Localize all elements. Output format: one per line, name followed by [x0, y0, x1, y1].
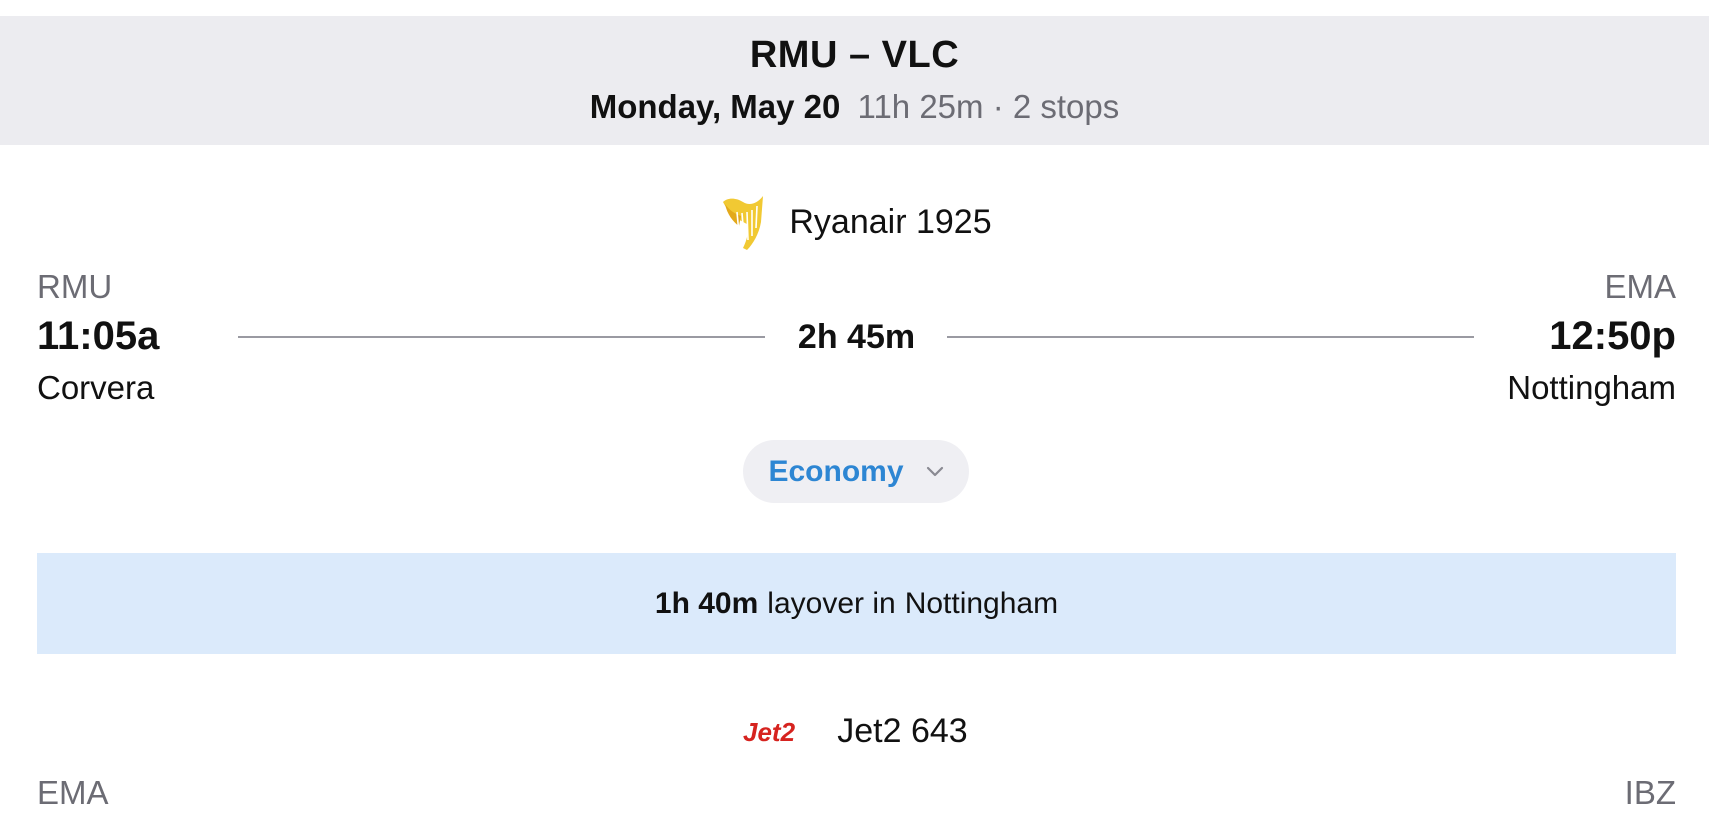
segment-1-details: RMU 11:05a Corvera 2h 45m EMA 12:50p Not…: [37, 266, 1676, 416]
segment-1-airline: Ryanair 1925: [0, 192, 1709, 252]
cabin-class-label: Economy: [768, 454, 904, 488]
arrival-time: 12:50p: [1549, 314, 1676, 358]
chevron-down-icon: [926, 466, 944, 478]
jet2-logo-text: Jet2: [743, 717, 796, 747]
jet2-logo: Jet2: [741, 715, 815, 749]
layover-duration: 1h 40m: [654, 586, 759, 620]
layover-text: layover in: [767, 586, 896, 620]
trip-header: RMU – VLC Monday, May 20 11h 25m · 2 sto…: [0, 16, 1709, 145]
route-title: RMU – VLC: [749, 34, 960, 76]
destination-code: IBZ: [1624, 774, 1676, 811]
airline-name: Ryanair 1925: [789, 202, 992, 241]
trip-subtitle: Monday, May 20 11h 25m · 2 stops: [0, 88, 1709, 126]
cabin-class-dropdown[interactable]: Economy: [743, 440, 969, 503]
route-line-right: [947, 336, 1474, 338]
origin-code: RMU: [37, 268, 113, 305]
airline-name: Jet2 643: [837, 712, 968, 750]
layover-location: Nottingham: [904, 586, 1059, 620]
segment-2-airline: Jet2 Jet2 643: [0, 712, 1709, 751]
destination-code: EMA: [1604, 268, 1676, 305]
layover-banner: 1h 40m layover in Nottingham: [37, 553, 1676, 654]
segment-2-details: EMA IBZ: [37, 772, 1676, 819]
trip-summary: 11h 25m · 2 stops: [857, 88, 1120, 125]
origin-code: EMA: [37, 774, 109, 811]
ryanair-harp-icon: [717, 192, 767, 252]
origin-city: Corvera: [37, 369, 155, 406]
flight-details-page: RMU – VLC Monday, May 20 11h 25m · 2 sto…: [0, 0, 1709, 819]
trip-date: Monday, May 20: [589, 88, 841, 125]
destination-city: Nottingham: [1507, 369, 1676, 406]
